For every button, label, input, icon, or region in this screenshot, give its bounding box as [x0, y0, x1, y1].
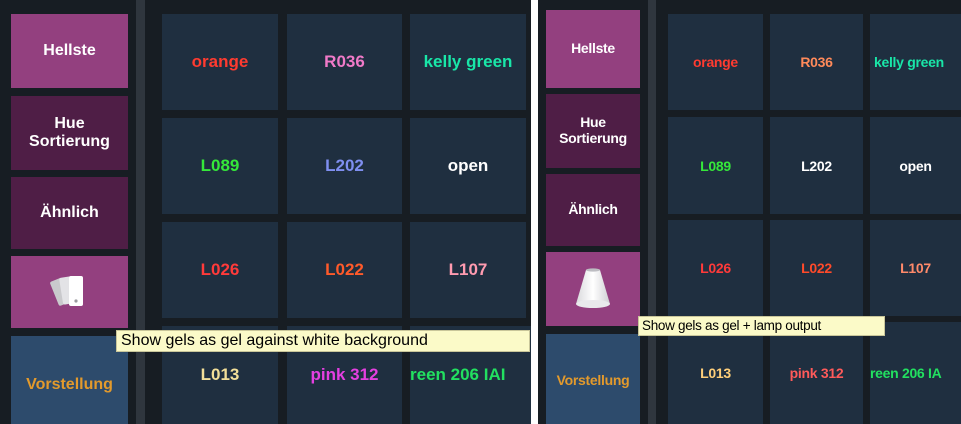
panel-divider [136, 0, 145, 424]
hue-sort-label: Hue Sortierung [559, 114, 627, 146]
hue-sort-button[interactable]: Hue Sortierung [11, 96, 128, 170]
gel-cell[interactable]: L022 [287, 222, 402, 318]
similar-label: Ähnlich [568, 201, 618, 218]
gel-cell[interactable]: L013 [668, 322, 763, 424]
gel-label: L022 [325, 260, 364, 279]
gel-label: open [899, 157, 932, 174]
display-mode-button[interactable] [11, 256, 128, 328]
performance-label: Vorstellung [556, 372, 630, 389]
gel-label: R036 [324, 52, 365, 71]
gel-label: reen 206 IAI [410, 365, 506, 384]
gel-label: L089 [200, 156, 240, 175]
gel-cell[interactable]: open [870, 117, 961, 214]
brightest-label: Hellste [571, 40, 615, 57]
hue-sort-button[interactable]: Hue Sortierung [546, 94, 640, 168]
gel-cell[interactable]: R036 [287, 14, 402, 110]
similar-button[interactable]: Ähnlich [546, 174, 640, 246]
gel-cell[interactable]: orange [162, 14, 278, 110]
gel-label: L013 [200, 365, 240, 384]
gel-label: L202 [325, 156, 364, 175]
gel-label: L107 [900, 260, 931, 276]
gel-cell[interactable]: L022 [770, 220, 863, 316]
similar-label: Ähnlich [40, 204, 99, 222]
gel-label: orange [693, 54, 738, 70]
gel-label: reen 206 IA [870, 365, 942, 381]
lamp-cone-icon [576, 268, 610, 308]
gel-picker-panel-white-background: Hellste Hue Sortierung Ähnlich Vorstellu… [0, 0, 531, 424]
gel-cell[interactable]: L107 [410, 222, 526, 318]
hue-sort-label: Hue Sortierung [29, 115, 110, 150]
gel-label: L026 [700, 260, 731, 276]
tooltip: Show gels as gel + lamp output [638, 316, 885, 336]
gel-cell[interactable]: open [410, 118, 526, 214]
gel-label: L022 [801, 260, 832, 276]
gel-label: L089 [700, 157, 731, 174]
gel-label: kelly green [423, 52, 513, 71]
brightest-button[interactable]: Hellste [11, 14, 128, 88]
gel-label: L202 [801, 157, 832, 174]
gel-label: L107 [448, 260, 488, 279]
gel-cell[interactable]: L107 [870, 220, 961, 316]
performance-button[interactable]: Vorstellung [546, 334, 640, 424]
tooltip: Show gels as gel against white backgroun… [116, 330, 530, 352]
gel-cell[interactable]: L202 [287, 118, 402, 214]
gel-cell[interactable]: kelly green [870, 14, 961, 110]
gel-label: pink 312 [310, 365, 379, 384]
display-mode-button[interactable] [546, 252, 640, 326]
gel-picker-panel-lamp-output: Hellste Hue Sortierung Ähnlich Vorstellu… [538, 0, 961, 424]
gel-cell[interactable]: L089 [162, 118, 278, 214]
brightest-button[interactable]: Hellste [546, 10, 640, 88]
gel-cell[interactable]: R036 [770, 14, 863, 110]
gel-swatches-icon [49, 276, 83, 306]
gel-cell[interactable]: L026 [162, 222, 278, 318]
gel-cell[interactable]: pink 312 [770, 322, 863, 424]
gel-cell[interactable]: L202 [770, 117, 863, 214]
gel-label: L026 [200, 260, 240, 279]
gel-label: pink 312 [789, 365, 844, 381]
gel-cell[interactable]: kelly green [410, 14, 526, 110]
gel-label: L013 [700, 365, 731, 381]
gel-label: kelly green [874, 54, 944, 70]
performance-label: Vorstellung [26, 376, 113, 394]
brightest-label: Hellste [43, 42, 96, 60]
panel-divider [648, 0, 656, 424]
gel-cell[interactable]: L089 [668, 117, 763, 214]
gel-label: open [447, 156, 489, 175]
gel-label: orange [191, 52, 249, 71]
gel-cell[interactable]: L026 [668, 220, 763, 316]
gel-cell[interactable]: orange [668, 14, 763, 110]
gel-cell[interactable]: reen 206 IA [870, 322, 961, 424]
gel-label: R036 [800, 54, 833, 70]
performance-button[interactable]: Vorstellung [11, 336, 128, 424]
similar-button[interactable]: Ähnlich [11, 177, 128, 249]
